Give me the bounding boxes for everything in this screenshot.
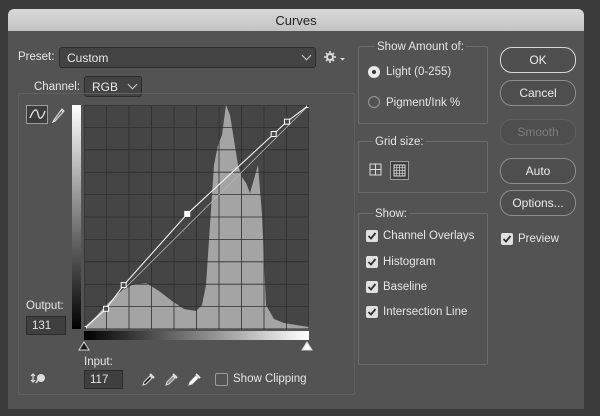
show-item-label: Histogram [383,256,436,268]
black-point-slider[interactable] [78,341,90,351]
light-radio[interactable] [368,66,380,78]
simple-grid-icon[interactable] [369,163,383,177]
channel-value: RGB [92,80,119,94]
ok-button[interactable]: OK [500,47,576,73]
gray-eyedropper-icon[interactable] [164,371,178,387]
preset-select[interactable]: Custom [59,47,316,68]
grid-size-title: Grid size: [373,136,426,148]
light-label: Light (0-255) [386,66,452,78]
chevron-down-icon [127,79,138,90]
selected-curve-point[interactable] [184,210,191,217]
output-field[interactable]: 131 [26,316,66,335]
window-titlebar: Curves [8,9,584,32]
intersection-line-checkbox[interactable] [366,306,378,318]
curve-point[interactable] [283,118,290,125]
show-item-label: Channel Overlays [383,230,475,242]
curve-point[interactable] [270,130,277,137]
pigment-label: Pigment/Ink % [386,97,461,109]
pigment-radio[interactable] [368,96,380,108]
histogram-checkbox[interactable] [366,256,378,268]
channel-overlays-checkbox[interactable] [366,230,378,242]
output-label: Output: [26,300,64,312]
preset-value: Custom [67,51,109,65]
preview-label: Preview [518,233,559,245]
curve-tool-icon[interactable] [26,105,48,124]
input-label: Input: [84,356,113,368]
curve-point[interactable] [103,305,110,312]
show-clipping-label: Show Clipping [233,373,307,385]
show-item-label: Baseline [383,281,428,293]
output-value: 131 [32,320,52,332]
pencil-icon[interactable] [50,105,66,123]
white-point-slider[interactable] [301,341,313,351]
options-button[interactable]: Options... [500,190,576,216]
black-eyedropper-icon[interactable] [141,371,155,387]
curve-point[interactable] [120,282,127,289]
target-adjust-icon[interactable] [30,371,48,385]
show-item-label: Intersection Line [383,306,468,318]
input-field[interactable]: 117 [84,370,123,389]
detailed-grid-icon[interactable] [390,161,409,180]
gear-icon[interactable] [324,50,346,64]
smooth-button[interactable]: Smooth [500,119,576,145]
show-amount-title: Show Amount of: [375,41,466,53]
chevron-down-icon [301,50,312,61]
preset-label: Preset: [18,51,55,63]
preview-checkbox[interactable] [501,233,513,245]
show-clipping-checkbox[interactable] [215,373,228,386]
baseline-checkbox[interactable] [366,281,378,293]
output-gradient-bar [72,105,81,329]
input-value: 117 [90,374,109,386]
curves-dialog: Preset: Custom Channel: RGB Output: 131 … [8,31,584,409]
curves-graph[interactable] [84,105,309,329]
channel-label: Channel: [34,81,81,93]
input-gradient-bar [84,331,309,340]
show-amount-group [358,46,488,124]
show-title: Show: [373,208,409,220]
auto-button[interactable]: Auto [500,158,576,184]
cancel-button[interactable]: Cancel [500,80,576,106]
window-title: Curves [275,13,317,28]
white-eyedropper-icon[interactable] [187,371,201,387]
